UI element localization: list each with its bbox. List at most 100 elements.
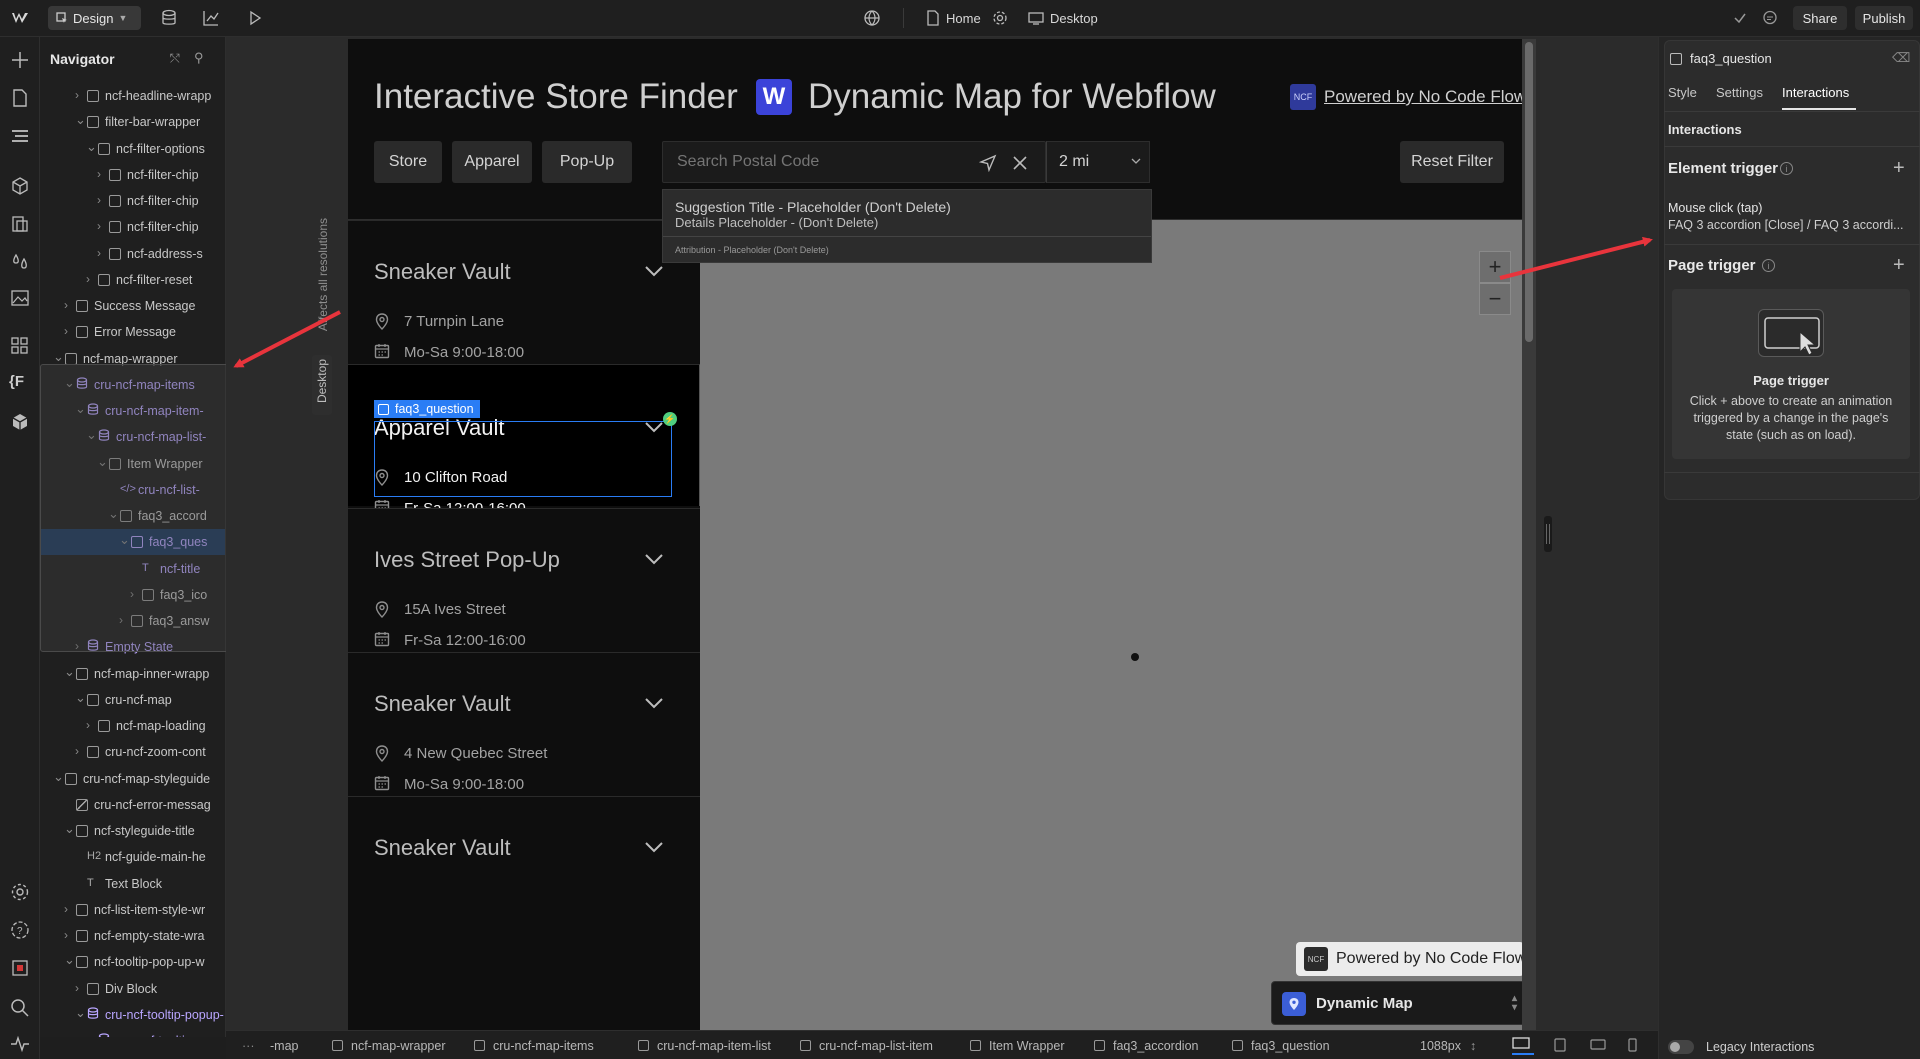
- mobile-landscape-breakpoint-icon[interactable]: [1590, 1039, 1606, 1050]
- interaction-lightning-icon[interactable]: ⚡: [663, 412, 677, 426]
- nav-item[interactable]: › ncf-address-s: [40, 241, 225, 267]
- chevron-right-icon[interactable]: ›: [75, 744, 79, 758]
- activity-icon[interactable]: [9, 1033, 31, 1055]
- nav-item[interactable]: ⌄ cru-ncf-map: [40, 687, 225, 713]
- nav-item[interactable]: ⌄ cru-ncf-tooltip-popu: [40, 1028, 225, 1037]
- nav-item[interactable]: ⌄ filter-bar-wrapper: [40, 109, 225, 135]
- canvas-resize-handle[interactable]: [1544, 516, 1552, 552]
- publish-button[interactable]: Publish: [1855, 6, 1913, 30]
- breadcrumb-item[interactable]: cru-ncf-map-items: [474, 1039, 594, 1053]
- chevron-right-icon[interactable]: ›: [64, 902, 68, 916]
- breadcrumb-item[interactable]: faq3_question: [1232, 1039, 1330, 1053]
- chevron-down-icon[interactable]: [644, 553, 664, 565]
- tab-interactions[interactable]: Interactions: [1782, 85, 1849, 100]
- store-card[interactable]: Sneaker Vault: [348, 796, 700, 938]
- pin-icon[interactable]: ⚲: [194, 50, 204, 66]
- add-page-trigger-button[interactable]: +: [1893, 254, 1905, 277]
- chevron-right-icon[interactable]: ›: [64, 928, 68, 942]
- broom-icon[interactable]: ⌫: [1892, 50, 1910, 66]
- store-card[interactable]: Sneaker Vault 7 Turnpin Lane Mo-Sa 9:00-18…: [348, 220, 700, 362]
- nav-item[interactable]: ⌄ ncf-styleguide-title: [40, 818, 225, 844]
- chevron-right-icon[interactable]: ›: [64, 324, 68, 338]
- filter-chip-apparel[interactable]: Apparel: [452, 141, 532, 183]
- more-icon[interactable]: ···: [242, 1039, 255, 1053]
- chevron-right-icon[interactable]: ›: [75, 88, 79, 102]
- variables-icon[interactable]: [9, 213, 31, 235]
- chevron-down-icon[interactable]: ⌄: [64, 664, 75, 680]
- nav-item[interactable]: › cru-ncf-zoom-cont: [40, 739, 225, 765]
- breadcrumb-item[interactable]: cru-ncf-map-list-item: [800, 1039, 933, 1053]
- settings-gear-icon[interactable]: [9, 881, 31, 903]
- help-icon[interactable]: ?: [9, 919, 31, 941]
- store-card[interactable]: Sneaker Vault 4 New Quebec Street Mo-Sa 9:…: [348, 652, 700, 794]
- info-icon[interactable]: i: [1762, 259, 1775, 272]
- nav-item[interactable]: › ncf-filter-reset: [40, 267, 225, 293]
- add-element-trigger-button[interactable]: +: [1893, 157, 1905, 180]
- page-preview[interactable]: Interactive Store Finder W Dynamic Map f…: [348, 39, 1522, 1030]
- breadcrumb-item[interactable]: cru-ncf-map-item-list: [638, 1039, 771, 1053]
- nav-item[interactable]: ⌄ ncf-tooltip-pop-up-w: [40, 949, 225, 975]
- pages-icon[interactable]: [9, 87, 31, 109]
- chevron-down-icon[interactable]: ⌄: [86, 1031, 97, 1037]
- chevron-down-icon[interactable]: [644, 841, 664, 853]
- store-card[interactable]: Ives Street Pop-Up 15A Ives Street Fr-Sa 1…: [348, 508, 700, 650]
- nav-item[interactable]: ⌄ cru-ncf-map-styleguide: [40, 766, 225, 792]
- filter-chip-store[interactable]: Store: [374, 141, 442, 183]
- chevron-down-icon[interactable]: ⌄: [64, 821, 75, 837]
- chevron-down-icon[interactable]: ⌄: [75, 690, 86, 706]
- width-adjust-icon[interactable]: ↕: [1470, 1039, 1476, 1053]
- map-marker[interactable]: [1131, 653, 1139, 661]
- chevron-down-icon[interactable]: ⌄: [86, 139, 97, 155]
- zoom-out-button[interactable]: −: [1479, 283, 1511, 315]
- record-icon[interactable]: [9, 957, 31, 979]
- nav-item[interactable]: ⌄ cru-ncf-tooltip-popup-: [40, 1002, 225, 1028]
- breadcrumb-item[interactable]: -map: [270, 1039, 298, 1053]
- reset-filter-button[interactable]: Reset Filter: [1400, 141, 1504, 183]
- zoom-in-button[interactable]: +: [1479, 251, 1511, 283]
- nav-item[interactable]: › ncf-filter-chip: [40, 162, 225, 188]
- tablet-breakpoint-icon[interactable]: [1554, 1038, 1566, 1052]
- page-selector[interactable]: Home: [946, 11, 981, 26]
- comment-icon[interactable]: [1762, 10, 1782, 30]
- chevron-right-icon[interactable]: ›: [97, 167, 101, 181]
- webflow-logo-icon[interactable]: [10, 8, 30, 28]
- suggestion-dropdown[interactable]: Suggestion Title - Placeholder (Don't De…: [662, 189, 1152, 263]
- nav-item[interactable]: › ncf-filter-chip: [40, 188, 225, 214]
- locate-arrow-icon[interactable]: [979, 154, 997, 172]
- chevron-down-icon[interactable]: ⌄: [53, 349, 64, 365]
- breadcrumb-item[interactable]: faq3_accordion: [1094, 1039, 1198, 1053]
- chevron-right-icon[interactable]: ›: [86, 272, 90, 286]
- chevron-down-icon[interactable]: [644, 265, 664, 277]
- assets-image-icon[interactable]: [9, 287, 31, 309]
- nav-item[interactable]: › ncf-empty-state-wra: [40, 923, 225, 949]
- chevron-down-icon[interactable]: [644, 697, 664, 709]
- clear-x-icon[interactable]: [1011, 154, 1029, 172]
- cms-database-icon[interactable]: [160, 9, 180, 29]
- globe-icon[interactable]: [863, 9, 883, 29]
- nav-item[interactable]: › ncf-filter-chip: [40, 214, 225, 240]
- breadcrumb-item[interactable]: ncf-map-wrapper: [332, 1039, 445, 1053]
- nav-item[interactable]: › Div Block: [40, 976, 225, 1002]
- nav-item[interactable]: › ncf-map-loading: [40, 713, 225, 739]
- nav-item[interactable]: › Error Message: [40, 319, 225, 345]
- powered-by-link[interactable]: Powered by No Code Flow: [1324, 87, 1522, 107]
- filter-chip-popup[interactable]: Pop-Up: [542, 141, 632, 183]
- chevron-right-icon[interactable]: ›: [75, 981, 79, 995]
- chevron-down-icon[interactable]: ⌄: [75, 112, 86, 128]
- nav-item[interactable]: ⌄ ncf-map-inner-wrapp: [40, 661, 225, 687]
- components-icon[interactable]: [9, 175, 31, 197]
- style-drops-icon[interactable]: [9, 251, 31, 273]
- tab-settings[interactable]: Settings: [1716, 85, 1763, 100]
- scroll-thumb[interactable]: [1525, 42, 1533, 342]
- chevron-down-icon[interactable]: ⌄: [53, 769, 64, 785]
- trigger-detail-label[interactable]: FAQ 3 accordion [Close] / FAQ 3 accordi.…: [1668, 218, 1913, 232]
- navigator-icon[interactable]: [9, 125, 31, 147]
- postal-code-input[interactable]: [677, 153, 967, 171]
- chevron-right-icon[interactable]: ›: [86, 718, 90, 732]
- dynamic-map-app-badge[interactable]: Dynamic Map ▴ ▾: [1271, 981, 1534, 1025]
- analytics-icon[interactable]: [202, 9, 222, 29]
- package-icon[interactable]: [9, 411, 31, 433]
- custom-code-icon[interactable]: {F: [9, 373, 31, 395]
- nav-item[interactable]: T Text Block: [40, 871, 225, 897]
- collapse-all-icon[interactable]: ⤲: [170, 51, 180, 66]
